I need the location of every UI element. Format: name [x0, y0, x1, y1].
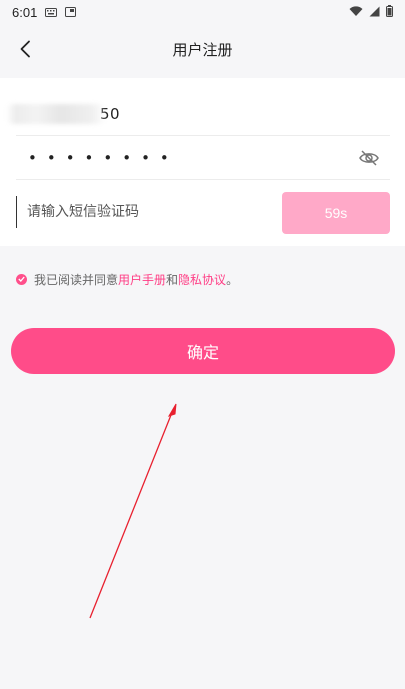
- status-bar: 6:01: [0, 0, 405, 24]
- header: 用户注册: [0, 24, 405, 74]
- registration-form: 50 •••••••• 59s: [0, 78, 405, 246]
- keyboard-icon: [45, 5, 58, 20]
- back-button[interactable]: [10, 32, 40, 66]
- page-title: 用户注册: [172, 40, 233, 59]
- confirm-button[interactable]: 确定: [11, 328, 395, 374]
- agreement-conjunction: 和: [166, 272, 179, 287]
- status-time: 6:01: [12, 4, 38, 20]
- user-manual-link[interactable]: 用户手册: [118, 271, 166, 288]
- chevron-left-icon: [20, 40, 30, 58]
- send-sms-code-button[interactable]: 59s: [282, 192, 390, 234]
- signal-icon: [369, 5, 380, 20]
- phone-field[interactable]: 50: [6, 92, 390, 136]
- sms-code-row: 59s: [16, 188, 390, 236]
- phone-redaction: [6, 104, 106, 124]
- agreement-prefix: 我已阅读并同意: [34, 272, 119, 287]
- password-field[interactable]: ••••••••: [16, 136, 390, 180]
- screenshot-notification-icon: [65, 5, 77, 20]
- password-visibility-toggle[interactable]: [358, 147, 380, 169]
- agreement-suffix: 。: [226, 272, 239, 287]
- battery-icon: [386, 4, 393, 20]
- privacy-policy-link[interactable]: 隐私协议: [178, 271, 226, 288]
- password-value: ••••••••: [28, 148, 179, 167]
- wifi-icon: [349, 5, 363, 20]
- sms-code-input[interactable]: [16, 196, 266, 228]
- eye-off-icon: [359, 150, 379, 166]
- check-circle-icon[interactable]: [16, 273, 27, 285]
- agreement-row: 我已阅读并同意 用户手册 和 隐私协议 。: [16, 270, 238, 288]
